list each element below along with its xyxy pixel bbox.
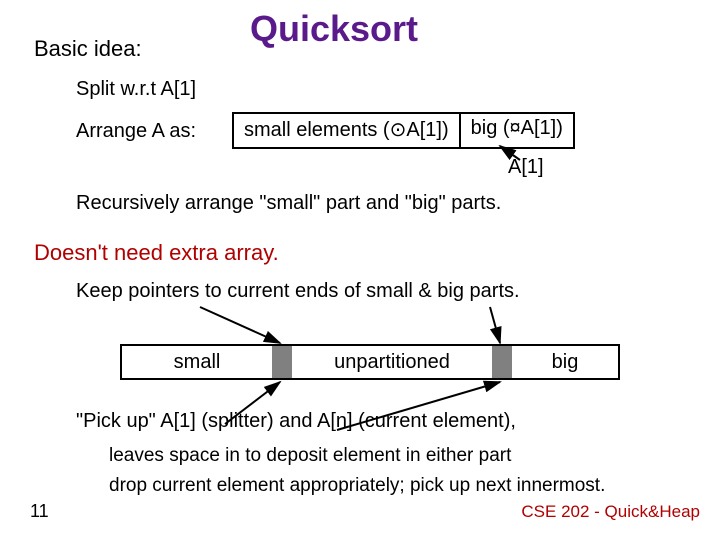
footer-course: CSE 202 - Quick&Heap bbox=[521, 502, 700, 522]
arrange-right-post: A[1]) bbox=[521, 117, 563, 139]
leq-icon: ⊙ bbox=[390, 119, 407, 141]
arrange-box: small elements (⊙A[1]) big (¤A[1]) bbox=[232, 112, 575, 149]
heading-basic-idea: Basic idea: bbox=[34, 36, 142, 62]
arrange-left-pre: small elements ( bbox=[244, 119, 390, 141]
gap-marker-right bbox=[492, 346, 512, 378]
text-recursive: Recursively arrange "small" part and "bi… bbox=[76, 192, 501, 215]
geq-icon: ¤ bbox=[510, 117, 521, 139]
text-leaves-space: leaves space in to deposit element in ei… bbox=[109, 445, 511, 467]
segment-unpartitioned: unpartitioned bbox=[292, 346, 492, 378]
text-drop: drop current element appropriately; pick… bbox=[109, 475, 605, 497]
arrange-cell-small: small elements (⊙A[1]) bbox=[234, 114, 461, 147]
text-arrange-label: Arrange A as: bbox=[76, 120, 196, 143]
a1-pivot-label: A[1] bbox=[508, 156, 544, 179]
arrange-cell-big: big (¤A[1]) bbox=[461, 114, 573, 147]
arrange-left-post: A[1]) bbox=[406, 119, 448, 141]
partition-bar: small unpartitioned big bbox=[120, 344, 620, 380]
segment-small: small bbox=[122, 346, 272, 378]
gap-marker-left bbox=[272, 346, 292, 378]
heading-no-extra-array: Doesn't need extra array. bbox=[34, 240, 279, 266]
page-number: 11 bbox=[30, 501, 49, 522]
arrange-right-pre: big ( bbox=[471, 117, 510, 139]
segment-big: big bbox=[512, 346, 618, 378]
slide-title: Quicksort bbox=[250, 8, 418, 50]
text-keep-pointers: Keep pointers to current ends of small &… bbox=[76, 280, 520, 303]
text-split: Split w.r.t A[1] bbox=[76, 78, 196, 101]
text-pickup: "Pick up" A[1] (splitter) and A[n] (curr… bbox=[76, 410, 516, 433]
